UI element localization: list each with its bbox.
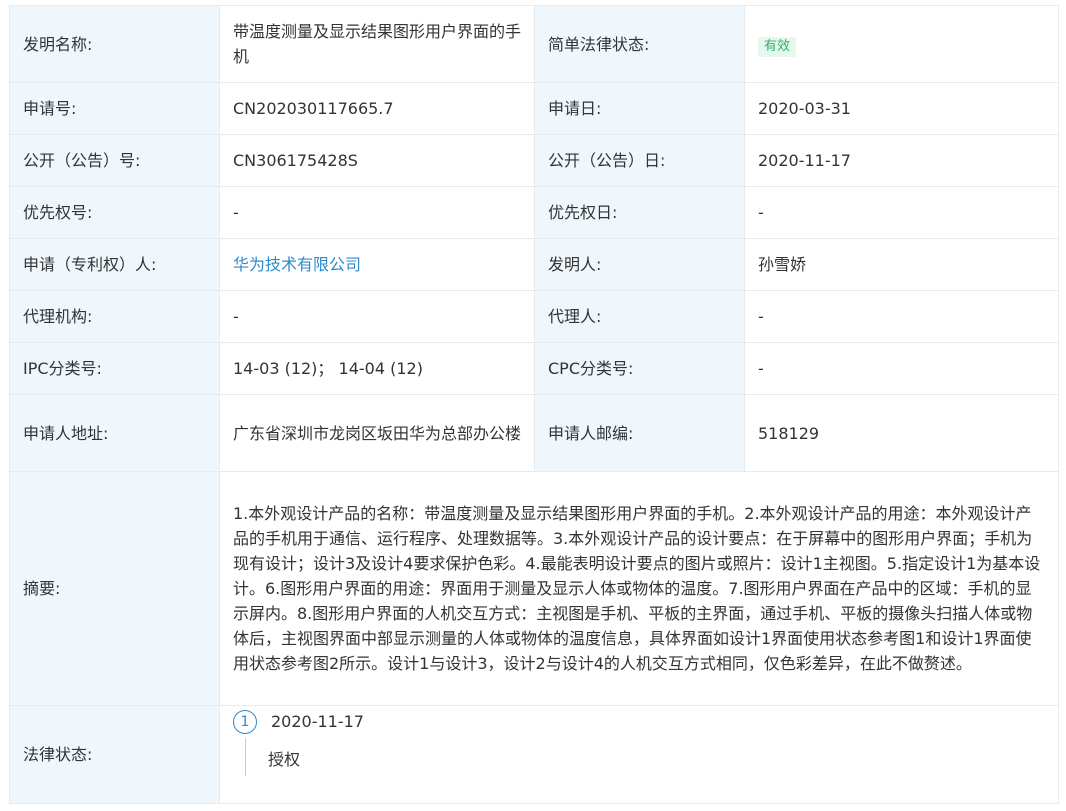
value-app-date: 2020-03-31 [744,82,1059,135]
timeline-index-circle: 1 [233,710,257,734]
row-ipc: IPC分类号: 14-03 (12)； 14-04 (12) CPC分类号: - [9,342,1059,395]
value-invention-name: 带温度测量及显示结果图形用户界面的手机 [219,5,535,83]
value-address: 广东省深圳市龙岗区坂田华为总部办公楼 [219,394,535,472]
row-abstract: 摘要: 1.本外观设计产品的名称：带温度测量及显示结果图形用户界面的手机。2.本… [9,471,1059,706]
label-agent: 代理人: [534,290,745,343]
value-agent: - [744,290,1059,343]
timeline-date: 2020-11-17 [271,712,364,731]
timeline-status: 授权 [268,750,301,769]
label-legal-status: 法律状态: [9,705,220,804]
label-inventor: 发明人: [534,238,745,291]
row-agency: 代理机构: - 代理人: - [9,290,1059,343]
patent-info-table: 发明名称: 带温度测量及显示结果图形用户界面的手机 简单法律状态: 有效 申请号… [9,5,1059,804]
label-ipc: IPC分类号: [9,342,220,395]
value-ipc: 14-03 (12)； 14-04 (12) [219,342,535,395]
value-app-no: CN202030117665.7 [219,82,535,135]
label-app-date: 申请日: [534,82,745,135]
label-applicant: 申请（专利权）人: [9,238,220,291]
label-agency: 代理机构: [9,290,220,343]
value-postcode: 518129 [744,394,1059,472]
row-address: 申请人地址: 广东省深圳市龙岗区坂田华为总部办公楼 申请人邮编: 518129 [9,394,1059,472]
value-legal-status-simple: 有效 [744,5,1059,83]
status-badge: 有效 [758,36,797,57]
timeline-item: 1 2020-11-17 授权 [233,706,1046,802]
timeline-connector-line [245,738,246,776]
label-priority-no: 优先权号: [9,186,220,239]
label-legal-status-simple: 简单法律状态: [534,5,745,83]
label-app-no: 申请号: [9,82,220,135]
value-priority-no: - [219,186,535,239]
value-inventor: 孙雪娇 [744,238,1059,291]
label-priority-date: 优先权日: [534,186,745,239]
value-priority-date: - [744,186,1059,239]
label-invention-name: 发明名称: [9,5,220,83]
value-abstract: 1.本外观设计产品的名称：带温度测量及显示结果图形用户界面的手机。2.本外观设计… [219,471,1059,706]
label-address: 申请人地址: [9,394,220,472]
row-legal-status: 法律状态: 1 2020-11-17 授权 [9,705,1059,804]
value-agency: - [219,290,535,343]
row-applicant: 申请（专利权）人: 华为技术有限公司 发明人: 孙雪娇 [9,238,1059,291]
value-pub-no: CN306175428S [219,134,535,187]
label-cpc: CPC分类号: [534,342,745,395]
value-pub-date: 2020-11-17 [744,134,1059,187]
row-pub-no: 公开（公告）号: CN306175428S 公开（公告）日: 2020-11-1… [9,134,1059,187]
label-pub-date: 公开（公告）日: [534,134,745,187]
label-postcode: 申请人邮编: [534,394,745,472]
row-app-no: 申请号: CN202030117665.7 申请日: 2020-03-31 [9,82,1059,135]
row-priority: 优先权号: - 优先权日: - [9,186,1059,239]
label-abstract: 摘要: [9,471,220,706]
legal-status-timeline: 1 2020-11-17 授权 [219,705,1059,804]
value-cpc: - [744,342,1059,395]
row-invention-name: 发明名称: 带温度测量及显示结果图形用户界面的手机 简单法律状态: 有效 [9,5,1059,83]
value-applicant: 华为技术有限公司 [219,238,535,291]
applicant-link[interactable]: 华为技术有限公司 [233,255,361,274]
label-pub-no: 公开（公告）号: [9,134,220,187]
